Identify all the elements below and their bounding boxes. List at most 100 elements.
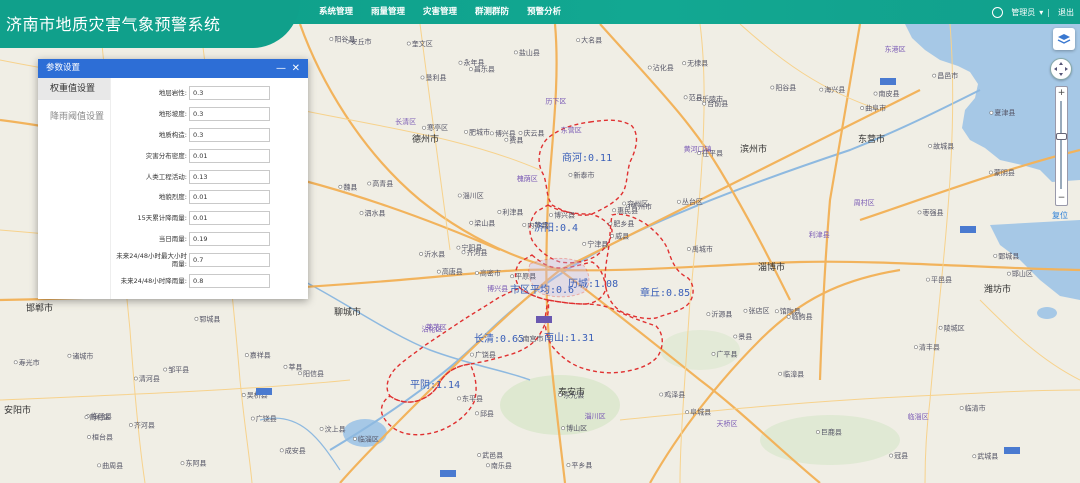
town-marker: 东平县 xyxy=(457,394,483,403)
user-icon xyxy=(992,6,1004,18)
town-label: 汶上县 xyxy=(325,424,346,433)
town-label: 故城县 xyxy=(933,141,954,150)
town-label: 南皮县 xyxy=(879,89,900,98)
structure-weight-input[interactable] xyxy=(189,127,270,142)
town-label: 利津县 xyxy=(502,207,523,216)
town-dot xyxy=(489,131,494,136)
town-dot xyxy=(464,129,468,134)
town-marker: 平乡县 xyxy=(566,462,592,470)
town-marker: 盐山县 xyxy=(513,48,540,57)
nav-disaster-management[interactable]: 灾害管理 xyxy=(414,0,466,24)
nav-mass-monitoring[interactable]: 群测群防 xyxy=(466,0,518,24)
rain-today-weight-input[interactable] xyxy=(189,231,270,246)
layer-switch-button[interactable] xyxy=(1053,28,1075,50)
town-dot xyxy=(486,463,490,468)
form-row: 地质构造: xyxy=(112,125,306,146)
town-dot xyxy=(298,371,302,376)
lake xyxy=(1037,307,1057,319)
seismic-intensity-weight-input[interactable] xyxy=(189,190,270,205)
lithology-weight-input[interactable] xyxy=(189,86,270,101)
pan-control[interactable] xyxy=(1050,58,1072,80)
close-icon[interactable]: ✕ xyxy=(292,59,300,78)
user-menu[interactable]: 管理员 ▾ xyxy=(1007,7,1043,18)
town-marker: 阳谷县 xyxy=(770,83,796,92)
tab-weight-settings[interactable]: 权重值设置 xyxy=(38,78,110,100)
town-label: 冠县 xyxy=(894,452,908,460)
town-dot xyxy=(706,312,711,317)
forecast-rain-weight-input[interactable] xyxy=(189,273,270,288)
town-label: 魏县 xyxy=(343,182,357,191)
town-marker: 张店区 xyxy=(743,306,769,315)
town-marker: 昌邑市 xyxy=(932,71,958,80)
field-label: 未来24/48小时降雨量: xyxy=(120,276,187,285)
town-label: 嘉祥县 xyxy=(250,351,271,360)
town-marker: 南皮县 xyxy=(873,89,900,98)
town-dot xyxy=(816,430,820,434)
town-dot xyxy=(989,110,994,115)
town-label: 鄄城县 xyxy=(998,251,1019,260)
town-label: 高青县 xyxy=(372,179,393,188)
town-dot xyxy=(576,38,581,43)
town-marker: 曲周县 xyxy=(97,461,123,470)
town-label: 费县 xyxy=(509,135,523,144)
town-marker: 邯山区 xyxy=(1007,269,1033,278)
town-marker: 垦利县 xyxy=(420,73,446,82)
zoom-out-button[interactable]: − xyxy=(1056,193,1067,203)
max-hourly-rain-weight-input[interactable] xyxy=(189,252,270,267)
town-marker: 安丘市 xyxy=(345,37,372,46)
town-marker: 清河县 xyxy=(133,374,160,383)
town-dot xyxy=(959,406,964,410)
rain-15day-weight-input[interactable] xyxy=(189,211,270,226)
slope-weight-input[interactable] xyxy=(189,107,270,122)
town-label: 广平县 xyxy=(716,349,737,358)
town-label: 鸡泽县 xyxy=(664,390,685,399)
zoom-slider[interactable]: + − xyxy=(1055,86,1068,206)
town-dot xyxy=(241,393,246,397)
zoom-track[interactable] xyxy=(1060,101,1062,189)
form-row: 地形坡度: xyxy=(112,104,306,125)
town-dot xyxy=(319,426,324,431)
town-dot xyxy=(353,436,357,441)
town-marker: 博兴县 xyxy=(549,210,575,219)
minimize-icon[interactable]: — xyxy=(276,59,286,78)
town-dot xyxy=(685,410,690,415)
town-label: 临淄区 xyxy=(358,434,379,443)
tab-rainfall-threshold[interactable]: 降雨阈值设置 xyxy=(38,106,110,128)
reset-view-button[interactable]: 复位 xyxy=(1052,210,1068,221)
town-dot xyxy=(517,336,522,341)
town-label: 曲阜市 xyxy=(865,103,886,112)
town-dot xyxy=(972,454,977,459)
nav-system-management[interactable]: 系统管理 xyxy=(310,0,362,24)
nav-rainfall-management[interactable]: 雨量管理 xyxy=(362,0,414,24)
town-marker: 蒙阴县 xyxy=(988,168,1015,177)
town-marker: 广饶县 xyxy=(250,414,277,423)
town-label: 内黄县 xyxy=(527,220,548,229)
disaster-density-weight-input[interactable] xyxy=(189,148,270,163)
zone-label: 市区平均:0.6 xyxy=(510,283,574,296)
town-marker: 禹城市 xyxy=(686,244,713,253)
human-activity-weight-input[interactable] xyxy=(189,169,270,184)
town-label: 馆陶县 xyxy=(780,307,801,316)
town-label: 丛台区 xyxy=(682,197,703,206)
town-label: 景县 xyxy=(738,333,752,341)
town-marker: 梁山县 xyxy=(469,218,495,227)
logout-link[interactable]: 退出 xyxy=(1058,7,1074,18)
town-dot xyxy=(244,353,249,357)
town-marker: 成安县 xyxy=(279,446,306,455)
town-marker: 高唐县 xyxy=(436,267,463,276)
town-dot xyxy=(608,221,613,226)
nav-warning-analysis[interactable]: 预警分析 xyxy=(518,0,570,24)
town-label: 东平县 xyxy=(462,394,483,403)
zoom-in-button[interactable]: + xyxy=(1056,88,1067,98)
town-dot xyxy=(128,423,133,427)
town-label: 广饶县 xyxy=(475,350,496,359)
zoom-handle[interactable] xyxy=(1056,133,1067,140)
town-label: 邱县 xyxy=(480,410,494,418)
town-label: 寒亭区 xyxy=(427,123,448,132)
town-dot xyxy=(504,137,509,142)
town-dot xyxy=(676,199,681,204)
town-label: 夏津县 xyxy=(994,109,1015,117)
town-dot xyxy=(359,211,364,215)
town-label: 泗水县 xyxy=(365,209,386,218)
town-label: 盐山县 xyxy=(519,48,540,57)
